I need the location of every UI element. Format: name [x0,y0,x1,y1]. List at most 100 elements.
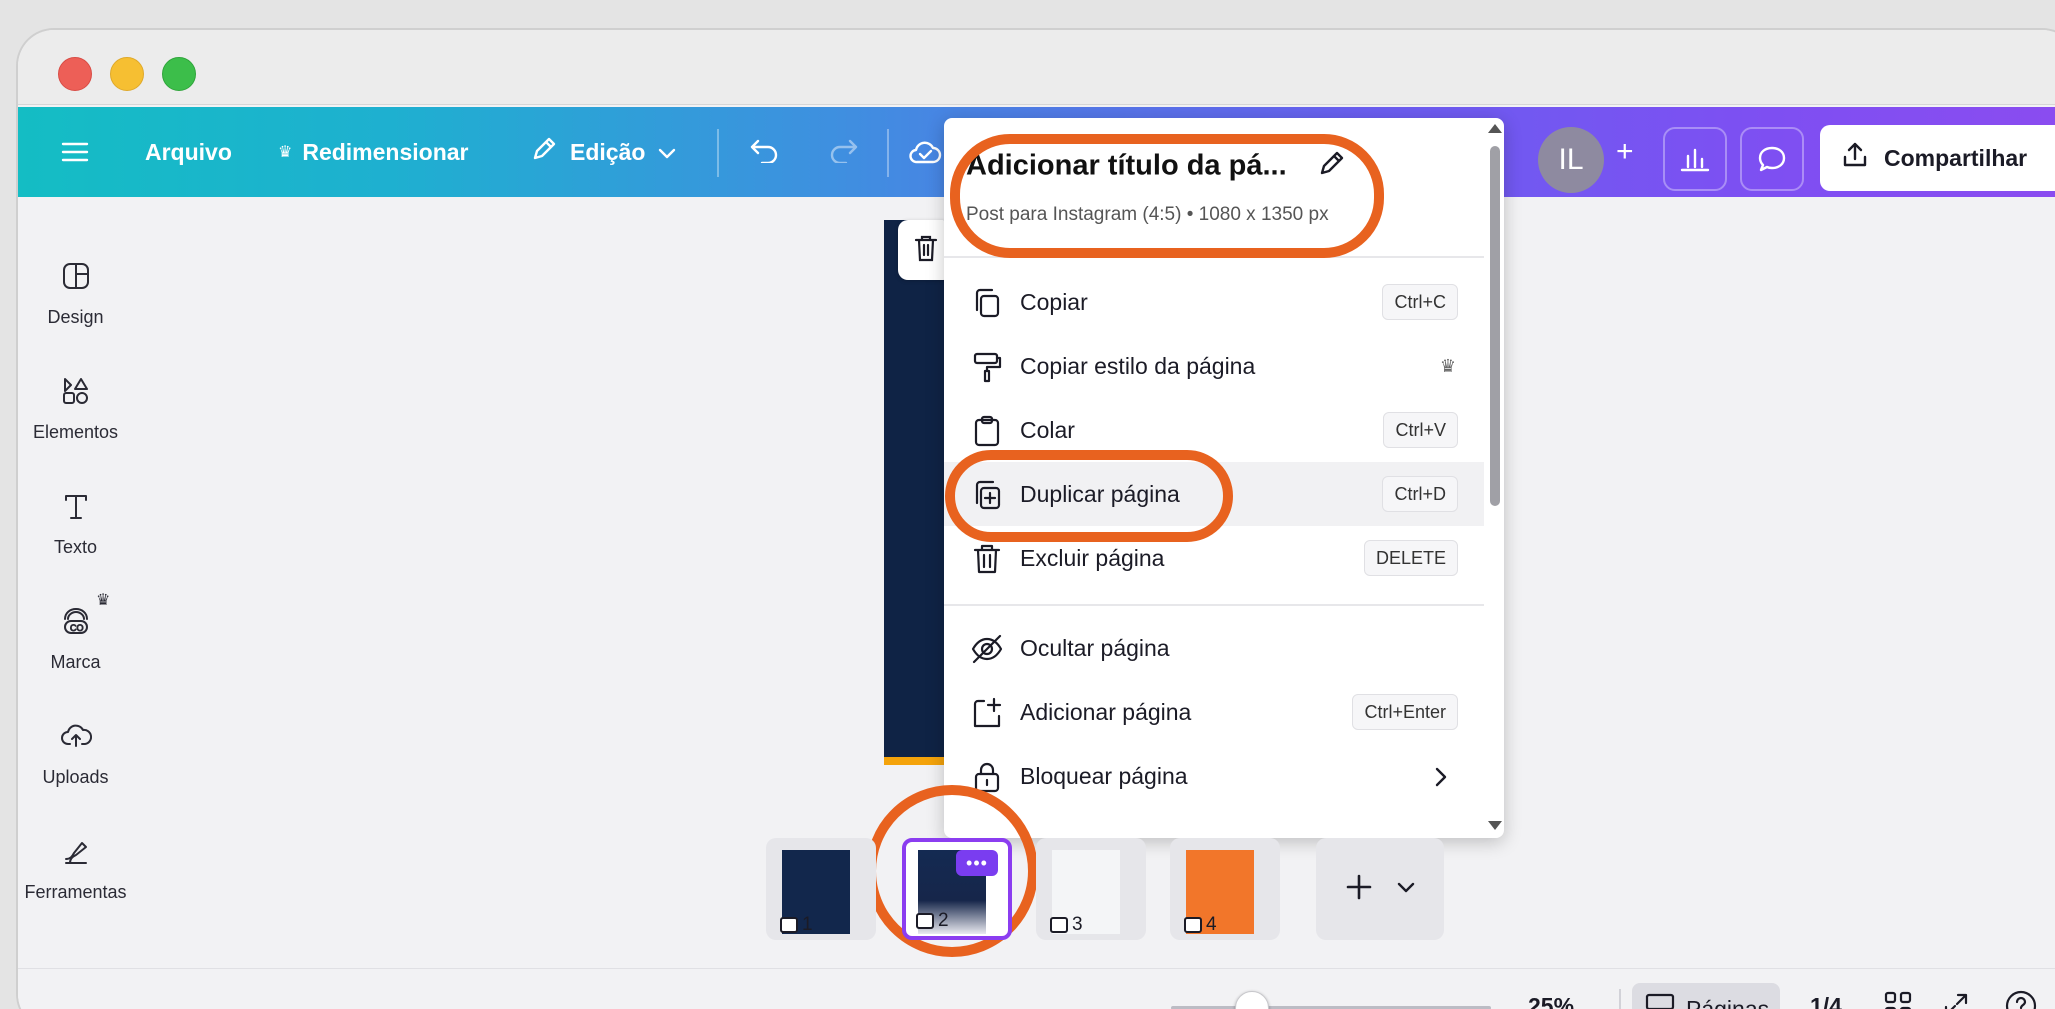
bottom-bar: 25% Páginas 1/4 [18,968,2055,1009]
app-window: Arquivo ♛ Redimensionar Edição IL + Comp… [18,30,2055,1009]
sidebar-item-label: Elementos [32,422,119,442]
annotation-highlight-duplicate [945,450,1233,542]
edit-menu-button[interactable]: Edição [530,107,677,197]
shortcut-badge: Ctrl+V [1383,412,1458,448]
redo-icon [826,135,860,169]
left-sidebar: Design Elementos Texto ♛ CO Marca Upload… [18,200,133,940]
menu-item-copy-style[interactable]: Copiar estilo da página ♛ [944,334,1484,398]
file-menu-button[interactable]: Arquivo [145,107,232,197]
thumbnail-number: 4 [1184,914,1217,936]
add-page-icon [970,696,1004,730]
sidebar-item-tools[interactable]: Ferramentas [18,835,133,903]
menu-item-lock-page[interactable]: Bloquear página [944,744,1484,808]
menu-item-label: Copiar estilo da página [1020,352,1256,379]
zoom-percentage[interactable]: 25% [1528,993,1574,1009]
thumbnail-number: 3 [1050,914,1083,936]
elements-icon [60,375,92,412]
sidebar-item-elements[interactable]: Elementos [18,375,133,443]
sidebar-item-label: Marca [50,652,101,672]
pages-button[interactable]: Páginas [1632,983,1780,1009]
sidebar-item-brand[interactable]: CO Marca [18,605,133,673]
share-button[interactable]: Compartilhar [1820,125,2055,191]
page-number: 1 [802,914,813,935]
sidebar-item-uploads[interactable]: Uploads [18,720,133,788]
page-count: 1/4 [1810,993,1842,1009]
page-badge-icon [780,917,798,933]
toolbar-divider [717,129,719,177]
redo-button[interactable] [826,107,860,197]
copy-icon [970,286,1004,320]
plus-icon [1344,872,1374,907]
text-icon [60,490,92,527]
avatar[interactable]: IL [1538,127,1604,193]
sidebar-item-label: Design [47,307,104,327]
shortcut-badge: Ctrl+D [1382,476,1458,512]
menu-item-label: Copiar [1020,288,1088,315]
sidebar-item-text[interactable]: Texto [18,490,133,558]
page-thumbnail-1[interactable]: 1 [766,838,876,940]
menu-item-label: Ocultar página [1020,634,1170,661]
clipboard-icon [970,414,1004,448]
sidebar-item-label: Ferramentas [24,882,127,902]
sidebar-item-design[interactable]: Design [18,260,133,328]
close-window-button[interactable] [58,57,92,91]
minimize-window-button[interactable] [110,57,144,91]
chevron-down-icon[interactable] [1396,880,1416,899]
menu-item-label: Adicionar página [1020,698,1192,725]
menu-item-hide-page[interactable]: Ocultar página [944,616,1484,680]
trash-icon [970,542,1004,576]
file-menu-label: Arquivo [145,138,232,165]
shortcut-badge: Ctrl+C [1382,284,1458,320]
edit-label: Edição [570,138,646,165]
menu-item-add-page[interactable]: Adicionar página Ctrl+Enter [944,680,1484,744]
invite-plus-icon[interactable]: + [1616,107,1634,197]
help-icon[interactable] [2004,989,2038,1009]
insights-button[interactable] [1663,127,1727,191]
resize-button[interactable]: ♛ Redimensionar [278,107,469,197]
bottom-divider [1619,989,1621,1009]
trash-icon [912,233,940,268]
share-upload-icon [1840,140,1870,176]
thumbnail-number: 2 [916,910,949,932]
toolbar-divider [887,129,889,177]
menu-item-label: Bloquear página [1020,762,1188,789]
sidebar-item-label: Uploads [42,767,109,787]
menu-scrollbar[interactable] [1490,146,1500,506]
zoom-window-button[interactable] [162,57,196,91]
undo-icon [748,135,782,169]
crown-icon: ♛ [278,144,293,161]
paint-roller-icon [970,350,1004,384]
share-label: Compartilhar [1884,144,2028,171]
annotation-highlight-title [950,134,1384,258]
page-more-options-button[interactable]: ••• [956,850,998,876]
design-icon [60,260,92,297]
menu-item-copy[interactable]: Copiar Ctrl+C [944,270,1484,334]
page-badge-icon [916,913,934,929]
zoom-slider-handle[interactable] [1235,991,1269,1009]
grid-view-icon[interactable] [1882,989,1914,1009]
fullscreen-icon[interactable] [1940,989,1972,1009]
pages-label: Páginas [1686,995,1770,1009]
title-bar [18,30,2055,105]
comments-button[interactable] [1740,127,1804,191]
bar-chart-icon [1679,145,1711,173]
menu-item-label: Excluir página [1020,544,1165,571]
eye-off-icon [970,632,1004,666]
svg-text:CO: CO [70,623,84,633]
chevron-right-icon [1434,766,1448,793]
cloud-save-icon[interactable] [908,107,942,197]
chevron-down-icon [657,139,677,166]
page-thumbnail-2[interactable]: ••• 2 [902,838,1012,940]
page-thumbnail-3[interactable]: 3 [1036,838,1146,940]
menu-item-label: Colar [1020,416,1075,443]
page-number: 2 [938,910,949,931]
scroll-down-arrow-icon[interactable] [1488,821,1502,830]
hamburger-icon[interactable] [60,107,90,197]
undo-button[interactable] [748,107,782,197]
page-thumbnail-4[interactable]: 4 [1170,838,1280,940]
page-number: 4 [1206,914,1217,935]
add-page-button[interactable] [1316,838,1444,940]
scroll-up-arrow-icon[interactable] [1488,124,1502,133]
sidebar-item-label: Texto [53,537,98,557]
brand-icon: CO [60,605,92,642]
